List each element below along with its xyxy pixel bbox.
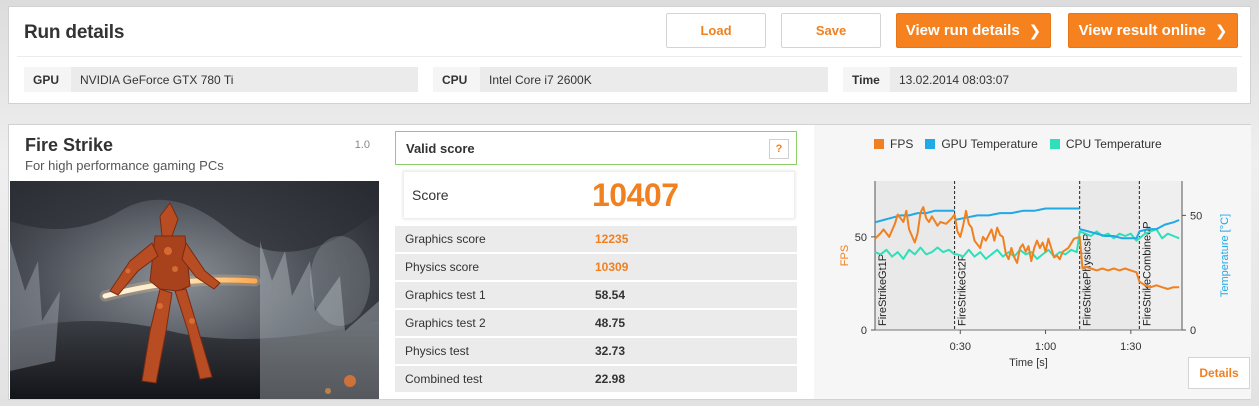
- run-details-panel: Run details Load Save View run details ❯…: [8, 6, 1251, 104]
- gpu-value: NVIDIA GeForce GTX 780 Ti: [80, 72, 234, 87]
- score-column: Valid score ? Score 10407 Graphics score…: [395, 131, 797, 399]
- y-tick-label-right: 0: [1190, 325, 1196, 337]
- chart-legend: FPS GPU Temperature CPU Temperature: [874, 137, 1174, 151]
- section-label: FireStrikeCombinedP: [1141, 221, 1153, 326]
- legend-swatch: [925, 139, 936, 149]
- benchmark-name: Fire Strike: [25, 135, 114, 155]
- result-label: Combined test: [405, 372, 483, 386]
- y-tick-label-left: 0: [861, 325, 867, 337]
- result-value: 10309: [595, 260, 629, 274]
- y-axis-label-right: Temperature [°C]: [1219, 214, 1231, 297]
- section-label: FireStrikeGt2P: [957, 254, 969, 326]
- score-box: Score 10407: [403, 171, 795, 219]
- benchmark-result-panel: Fire Strike For high performance gaming …: [8, 124, 1251, 400]
- valid-score-label: Valid score: [406, 140, 475, 156]
- time-info: Time 13.02.2014 08:03:07: [843, 67, 1237, 92]
- benchmark-artwork: [10, 181, 379, 399]
- chevron-right-icon: ❯: [1214, 22, 1228, 40]
- result-row: Graphics test 1 58.54: [395, 282, 797, 308]
- result-value: 48.75: [595, 316, 626, 330]
- view-run-details-button[interactable]: View run details ❯: [896, 13, 1051, 48]
- help-button[interactable]: ?: [769, 139, 789, 159]
- view-result-online-label: View result online: [1078, 22, 1206, 39]
- result-value: 58.54: [595, 288, 626, 302]
- save-button[interactable]: Save: [781, 13, 881, 48]
- view-run-details-label: View run details: [905, 22, 1020, 39]
- legend-swatch: [874, 139, 884, 149]
- y-tick-label-left: 50: [855, 232, 867, 244]
- score-label: Score: [412, 187, 449, 203]
- cpu-info: CPU Intel Core i7 2600K: [433, 67, 828, 92]
- legend-label: GPU Temperature: [941, 137, 1038, 151]
- section-label: FireStrikeGt1P: [877, 254, 889, 326]
- x-tick-label: 1:30: [1120, 341, 1141, 353]
- legend-item-cpu-temperature: CPU Temperature: [1049, 137, 1162, 151]
- legend-label: CPU Temperature: [1065, 137, 1162, 151]
- result-row: Physics test 32.73: [395, 338, 797, 364]
- legend-label: FPS: [890, 137, 914, 151]
- benchmark-image: [10, 181, 379, 399]
- legend-item-fps: FPS: [874, 137, 913, 151]
- y-axis-label-left: FPS: [839, 245, 851, 266]
- view-result-online-button[interactable]: View result online ❯: [1068, 13, 1238, 48]
- legend-item-gpu-temperature: GPU Temperature: [925, 137, 1038, 151]
- score-value: 10407: [592, 176, 679, 213]
- result-label: Physics score: [405, 260, 480, 274]
- divider: [17, 56, 1242, 57]
- y-tick-label-right: 50: [1190, 210, 1202, 222]
- result-value: 22.98: [595, 372, 626, 386]
- cpu-value: Intel Core i7 2600K: [489, 72, 592, 87]
- result-label: Graphics score: [405, 232, 486, 246]
- chart-svg: FireStrikeGt1P FireStrikeGt2P FireStrikePh…: [839, 181, 1231, 369]
- result-value: 32.73: [595, 344, 626, 358]
- benchmark-subtitle: For high performance gaming PCs: [25, 158, 224, 173]
- result-label: Graphics test 2: [405, 316, 486, 330]
- gpu-label: GPU: [24, 67, 71, 92]
- chevron-right-icon: ❯: [1028, 22, 1042, 40]
- details-button[interactable]: Details: [1188, 357, 1250, 389]
- monitoring-chart: FPS GPU Temperature CPU Temperature Fire…: [814, 125, 1251, 399]
- cpu-label: CPU: [433, 67, 480, 92]
- legend-swatch: [1049, 139, 1060, 149]
- section-label: FireStrikePhysicsP: [1082, 234, 1094, 326]
- result-row: Graphics score 12235: [395, 226, 797, 252]
- x-axis-label: Time [s]: [1009, 357, 1048, 369]
- result-value: 12235: [595, 232, 629, 246]
- x-tick-label: 0:30: [950, 341, 971, 353]
- valid-score-box: Valid score ?: [395, 131, 797, 165]
- time-value: 13.02.2014 08:03:07: [899, 72, 1010, 87]
- x-tick-label: 1:00: [1035, 341, 1056, 353]
- result-row: Combined test 22.98: [395, 366, 797, 392]
- benchmark-card: Fire Strike For high performance gaming …: [10, 125, 379, 399]
- page-title: Run details: [24, 22, 125, 43]
- result-row: Physics score 10309: [395, 254, 797, 280]
- result-label: Graphics test 1: [405, 288, 486, 302]
- time-label: Time: [843, 67, 890, 92]
- load-button[interactable]: Load: [666, 13, 766, 48]
- result-label: Physics test: [405, 344, 470, 358]
- benchmark-version: 1.0: [354, 139, 370, 151]
- gpu-info: GPU NVIDIA GeForce GTX 780 Ti: [24, 67, 418, 92]
- result-row: Graphics test 2 48.75: [395, 310, 797, 336]
